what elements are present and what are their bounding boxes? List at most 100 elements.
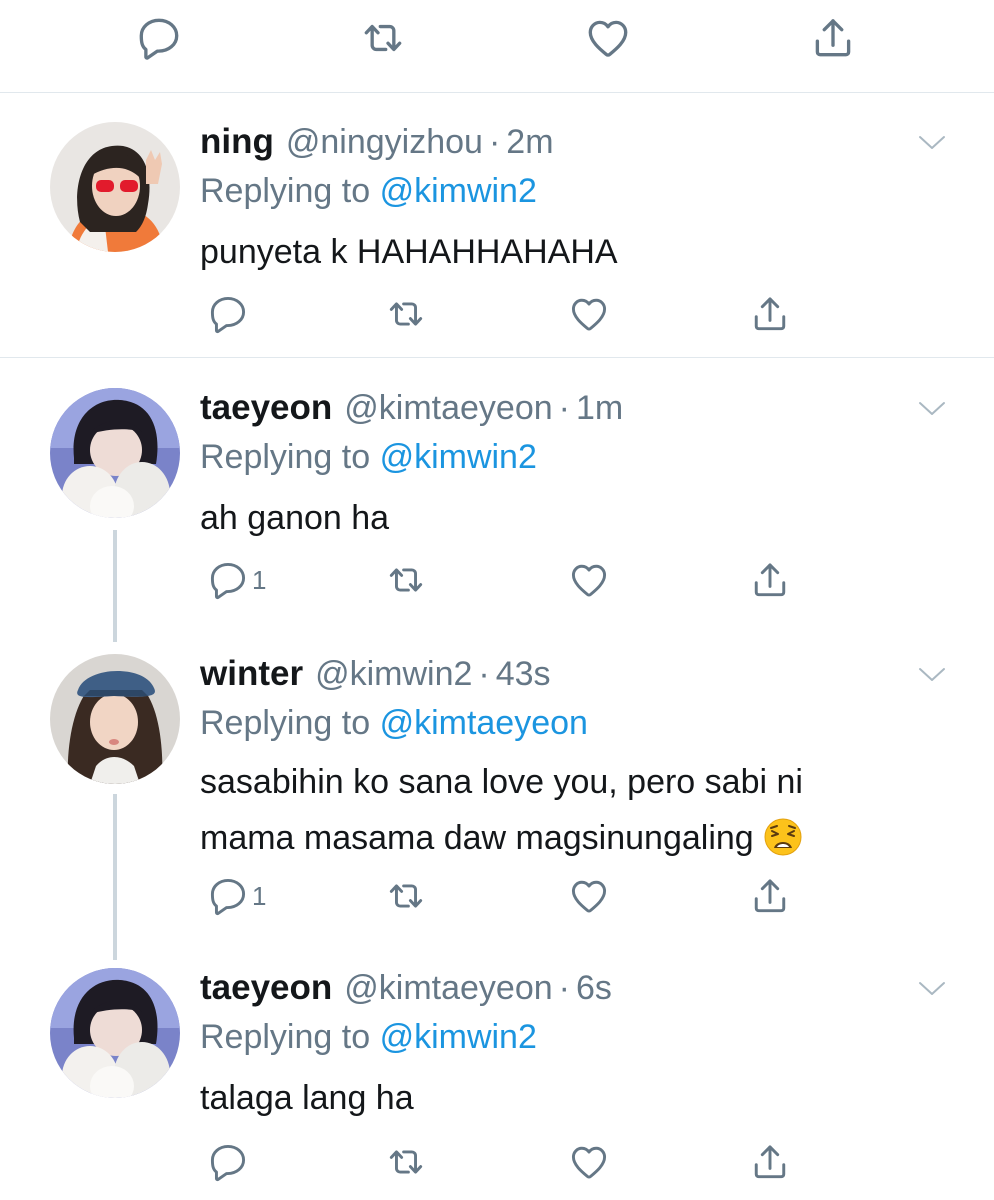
share-button[interactable] bbox=[808, 8, 858, 68]
reply-icon bbox=[206, 558, 250, 602]
replying-to-label: Replying to bbox=[200, 704, 371, 742]
reply-button[interactable]: 1 bbox=[206, 550, 266, 610]
like-button[interactable] bbox=[567, 1132, 611, 1192]
share-button[interactable] bbox=[748, 1132, 792, 1192]
tweet-text: talaga lang ha bbox=[200, 1079, 414, 1117]
like-button[interactable] bbox=[583, 8, 633, 68]
chevron-down-icon[interactable] bbox=[914, 394, 950, 424]
reply-button[interactable]: 1 bbox=[206, 866, 266, 926]
tweet[interactable]: winter @kimwin2 · 43s Replying to @kimta… bbox=[0, 654, 994, 954]
heart-icon bbox=[567, 292, 611, 336]
reply-button[interactable] bbox=[134, 8, 184, 68]
reply-count: 1 bbox=[252, 880, 267, 911]
avatar[interactable] bbox=[50, 388, 180, 518]
mention-link[interactable]: @kimtaeyeon bbox=[380, 704, 588, 742]
tweet-text-line: mama masama daw magsinungaling bbox=[200, 819, 754, 857]
reply-icon bbox=[134, 13, 184, 63]
separator: · bbox=[558, 969, 570, 1007]
tweet[interactable]: taeyeon @kimtaeyeon · 1m Replying to @ki… bbox=[0, 388, 994, 648]
reply-button[interactable] bbox=[206, 284, 252, 344]
display-name[interactable]: ning bbox=[200, 122, 274, 162]
replying-to: Replying to @kimwin2 bbox=[200, 1018, 537, 1057]
like-button[interactable] bbox=[567, 284, 611, 344]
share-button[interactable] bbox=[748, 550, 792, 610]
reply-count: 1 bbox=[252, 564, 267, 595]
timestamp[interactable]: 1m bbox=[576, 389, 623, 428]
reply-button[interactable] bbox=[206, 1132, 252, 1192]
replying-to: Replying to @kimwin2 bbox=[200, 172, 537, 211]
tweet-actions: 1 bbox=[0, 866, 994, 926]
chevron-down-icon[interactable] bbox=[914, 128, 950, 158]
divider bbox=[0, 92, 994, 93]
heart-icon bbox=[567, 558, 611, 602]
mention-link[interactable]: @kimwin2 bbox=[380, 438, 537, 476]
tweet[interactable]: taeyeon @kimtaeyeon · 6s Replying to @ki… bbox=[0, 968, 994, 1200]
avatar[interactable] bbox=[50, 122, 180, 252]
reply-icon bbox=[206, 292, 250, 336]
tweet-header: taeyeon @kimtaeyeon · 1m bbox=[200, 388, 623, 436]
share-icon bbox=[748, 1140, 792, 1184]
username[interactable]: @ningyizhou bbox=[286, 123, 483, 162]
retweet-icon bbox=[384, 874, 428, 918]
share-icon bbox=[748, 292, 792, 336]
retweet-button[interactable] bbox=[384, 284, 428, 344]
share-button[interactable] bbox=[748, 284, 792, 344]
display-name[interactable]: taeyeon bbox=[200, 968, 332, 1008]
separator: · bbox=[478, 655, 490, 693]
replying-to-label: Replying to bbox=[200, 172, 371, 210]
share-button[interactable] bbox=[748, 866, 792, 926]
retweet-button[interactable] bbox=[384, 1132, 428, 1192]
heart-icon bbox=[567, 1140, 611, 1184]
tweet-header: winter @kimwin2 · 43s bbox=[200, 654, 551, 702]
chevron-down-icon[interactable] bbox=[914, 660, 950, 690]
divider bbox=[0, 357, 994, 358]
tweet-text-line: sasabihin ko sana love you, pero sabi ni bbox=[200, 763, 803, 801]
reply-icon bbox=[206, 1140, 250, 1184]
heart-icon bbox=[583, 13, 633, 63]
tweet[interactable]: ning @ningyizhou · 2m Replying to @kimwi… bbox=[0, 122, 994, 358]
tweet-text-line-with-emoji: mama masama daw magsinungaling bbox=[200, 810, 920, 866]
avatar[interactable] bbox=[50, 968, 180, 1098]
timestamp[interactable]: 2m bbox=[506, 123, 553, 162]
username[interactable]: @kimtaeyeon bbox=[344, 969, 552, 1008]
tweet-actions bbox=[0, 1132, 994, 1192]
tweet-header: taeyeon @kimtaeyeon · 6s bbox=[200, 968, 612, 1016]
separator: · bbox=[488, 123, 501, 161]
heart-icon bbox=[567, 874, 611, 918]
mention-link[interactable]: @kimwin2 bbox=[380, 1018, 537, 1056]
separator: · bbox=[558, 389, 570, 427]
retweet-button[interactable] bbox=[358, 8, 408, 68]
display-name[interactable]: taeyeon bbox=[200, 388, 332, 428]
retweet-button[interactable] bbox=[384, 550, 428, 610]
timestamp[interactable]: 6s bbox=[576, 969, 612, 1008]
weary-face-emoji bbox=[764, 818, 802, 856]
previous-tweet-actions bbox=[0, 8, 994, 68]
replying-to: Replying to @kimtaeyeon bbox=[200, 704, 588, 743]
chevron-down-icon[interactable] bbox=[914, 974, 950, 1004]
retweet-icon bbox=[384, 1140, 428, 1184]
replying-to: Replying to @kimwin2 bbox=[200, 438, 537, 477]
share-icon bbox=[808, 13, 858, 63]
tweet-text: sasabihin ko sana love you, pero sabi ni… bbox=[200, 754, 920, 866]
like-button[interactable] bbox=[567, 866, 611, 926]
replying-to-label: Replying to bbox=[200, 438, 371, 476]
tweet-header: ning @ningyizhou · 2m bbox=[200, 122, 554, 170]
mention-link[interactable]: @kimwin2 bbox=[380, 172, 537, 210]
retweet-icon bbox=[384, 558, 428, 602]
timestamp[interactable]: 43s bbox=[496, 655, 551, 694]
display-name[interactable]: winter bbox=[200, 654, 303, 694]
retweet-icon bbox=[358, 13, 408, 63]
reply-icon bbox=[206, 874, 250, 918]
username[interactable]: @kimtaeyeon bbox=[344, 389, 552, 428]
tweet-text: ah ganon ha bbox=[200, 499, 390, 537]
retweet-button[interactable] bbox=[384, 866, 428, 926]
avatar[interactable] bbox=[50, 654, 180, 784]
retweet-icon bbox=[384, 292, 428, 336]
username[interactable]: @kimwin2 bbox=[315, 655, 472, 694]
like-button[interactable] bbox=[567, 550, 611, 610]
tweet-text: punyeta k HAHAHHAHAHA bbox=[200, 233, 618, 271]
tweet-actions bbox=[0, 284, 994, 344]
share-icon bbox=[748, 558, 792, 602]
tweet-actions: 1 bbox=[0, 550, 994, 610]
replying-to-label: Replying to bbox=[200, 1018, 371, 1056]
